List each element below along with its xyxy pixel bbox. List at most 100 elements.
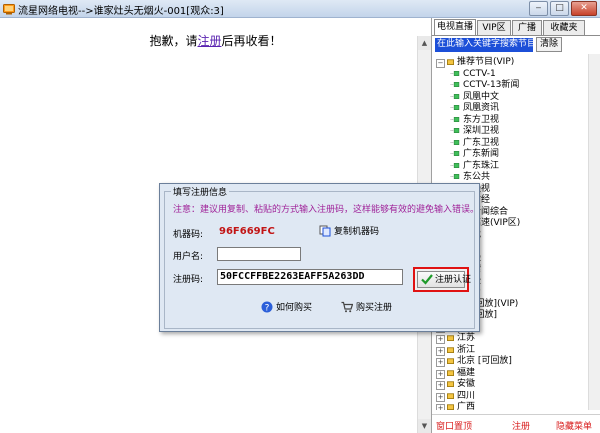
tree-group[interactable]: + 四川 [436, 390, 475, 402]
tree-group[interactable]: + 北京 [可回放] [436, 355, 512, 367]
tree-label: 凤凰资讯 [463, 103, 500, 113]
tab-vip[interactable]: VIP区 [477, 20, 511, 35]
folder-icon [447, 59, 454, 65]
tree-label: 东公共 [463, 172, 491, 182]
help-icon: ? [261, 301, 273, 314]
window-title: 流星网络电视-->谁家灶头无烟火-001[观众:3] [18, 6, 224, 17]
folder-icon [447, 381, 454, 387]
tree-label: 江苏 [457, 333, 476, 343]
tree-group[interactable]: + 福建 [436, 367, 475, 379]
tree-group[interactable]: + 浙江 [436, 344, 475, 356]
tree-item[interactable]: 东方卫视 [450, 114, 499, 126]
tree-item[interactable]: 深圳卫视 [450, 125, 499, 137]
tree-label: 广东新闻 [463, 149, 500, 159]
collapse-icon[interactable]: − [436, 59, 445, 68]
folder-icon [447, 369, 454, 376]
tab-radio[interactable]: 广播 [512, 20, 542, 35]
registration-dialog: 填写注册信息 注意：建议用复制、粘贴的方式输入注册码，这样能够有效的避免输入错误… [159, 183, 480, 332]
folder-icon [447, 392, 454, 399]
svg-text:?: ? [265, 304, 270, 314]
channel-icon [450, 82, 460, 87]
tab-favorites[interactable]: 收藏夹 [543, 20, 585, 35]
folder-icon [447, 358, 454, 364]
scroll-down-arrow-icon[interactable]: ▼ [418, 419, 431, 433]
tree-label: 四川 [457, 390, 476, 401]
tree-item[interactable]: 广东新闻 [450, 148, 499, 160]
panel-bottom-bar: 窗口置顶 注册 隐藏菜单 [432, 414, 600, 433]
username-label: 用户名: [173, 252, 204, 262]
register-bottom-link[interactable]: 注册 [512, 419, 530, 432]
title-bar[interactable]: 流星网络电视-->谁家灶头无烟火-001[观众:3] ‒ □ ✕ [0, 0, 600, 18]
channel-icon [450, 151, 460, 156]
tree-label: 北京 [可回放] [457, 356, 512, 366]
tree-item[interactable]: CCTV-13新闻 [450, 79, 519, 91]
tree-label: 广西 [457, 402, 476, 410]
register-notice: 抱歉，请注册后再收看！ [0, 32, 431, 49]
username-field[interactable] [217, 247, 301, 261]
search-input[interactable]: 在此输入关键字搜索节目 [435, 38, 533, 52]
channel-icon [450, 162, 460, 168]
tree-item[interactable]: 广东卫视 [450, 137, 499, 149]
how-to-buy-label: 如何购买 [276, 303, 313, 313]
tree-item[interactable]: 东公共 [450, 171, 490, 183]
channel-icon [450, 139, 460, 145]
channel-icon [450, 105, 460, 110]
tree-label: 安徽 [457, 379, 476, 389]
group-title: 填写注册信息 [171, 185, 230, 198]
hide-menu-link[interactable]: 隐藏菜单 [556, 419, 592, 432]
tree-label: 福建 [457, 367, 476, 378]
expand-icon[interactable]: + [436, 404, 445, 410]
folder-icon [447, 335, 454, 341]
copy-icon [319, 225, 331, 237]
clear-button[interactable]: 清除 [536, 37, 562, 52]
cart-icon [341, 301, 354, 313]
notice-text-before: 抱歉，请 [149, 34, 198, 48]
folder-icon [447, 404, 454, 410]
machine-code-label: 机器码: [173, 230, 204, 240]
register-link[interactable]: 注册 [197, 34, 221, 48]
tree-group[interactable]: + 广西 [436, 401, 475, 410]
tree-item[interactable]: 凤凰中文 [450, 91, 499, 103]
tree-label: CCTV-13新闻 [463, 80, 520, 90]
channel-icon [450, 116, 460, 122]
copy-button-label: 复制机器码 [334, 227, 380, 237]
minimize-button[interactable]: ‒ [529, 1, 548, 16]
verify-register-button[interactable]: 注册认证 [417, 271, 471, 288]
tree-label: CCTV-1 [463, 68, 496, 79]
tree-label: 推荐节目(VIP) [457, 57, 515, 67]
verify-highlight: 注册认证 [413, 267, 471, 292]
how-to-buy-button[interactable]: ? 如何购买 [261, 301, 312, 315]
channel-icon [450, 93, 460, 99]
close-button[interactable]: ✕ [571, 1, 597, 16]
maximize-button[interactable]: □ [550, 1, 569, 16]
tree-group[interactable]: + 江苏 [436, 332, 475, 344]
buy-register-button[interactable]: 购买注册 [341, 301, 392, 315]
tab-divider [432, 35, 600, 36]
tree-label: 广东珠江 [463, 160, 500, 171]
regcode-field[interactable]: 50FCCFFBE2263EAFF5A263DD [217, 269, 403, 285]
tree-group[interactable]: + 安徽 [436, 378, 475, 390]
tab-live-tv[interactable]: 电视直播 [434, 19, 476, 36]
stay-on-top-link[interactable]: 窗口置顶 [436, 419, 472, 432]
tree-scrollbar[interactable] [588, 54, 600, 410]
copy-machine-code-button[interactable]: 复制机器码 [319, 225, 383, 240]
tree-group[interactable]: − 推荐节目(VIP) [436, 56, 514, 68]
regcode-label: 注册码: [173, 275, 204, 285]
check-icon [421, 274, 433, 285]
tree-label: 凤凰中文 [463, 91, 500, 102]
tree-item[interactable]: 凤凰资讯 [450, 102, 499, 114]
tree-item[interactable]: CCTV-1 [450, 68, 496, 80]
scroll-up-arrow-icon[interactable]: ▲ [418, 36, 431, 50]
tree-label: 广东卫视 [463, 137, 500, 148]
channel-icon [450, 174, 460, 179]
tree-label: 东方卫视 [463, 114, 500, 125]
app-icon [3, 4, 15, 15]
channel-icon [450, 128, 460, 133]
verify-button-label: 注册认证 [435, 275, 472, 285]
buy-register-label: 购买注册 [356, 303, 393, 313]
machine-code-value: 96F669FC [219, 226, 275, 237]
channel-icon [450, 70, 460, 76]
registration-group: 填写注册信息 注意：建议用复制、粘贴的方式输入注册码，这样能够有效的避免输入错误… [164, 185, 479, 329]
tree-item[interactable]: 广东珠江 [450, 160, 499, 172]
tree-label: 深圳卫视 [463, 126, 500, 136]
